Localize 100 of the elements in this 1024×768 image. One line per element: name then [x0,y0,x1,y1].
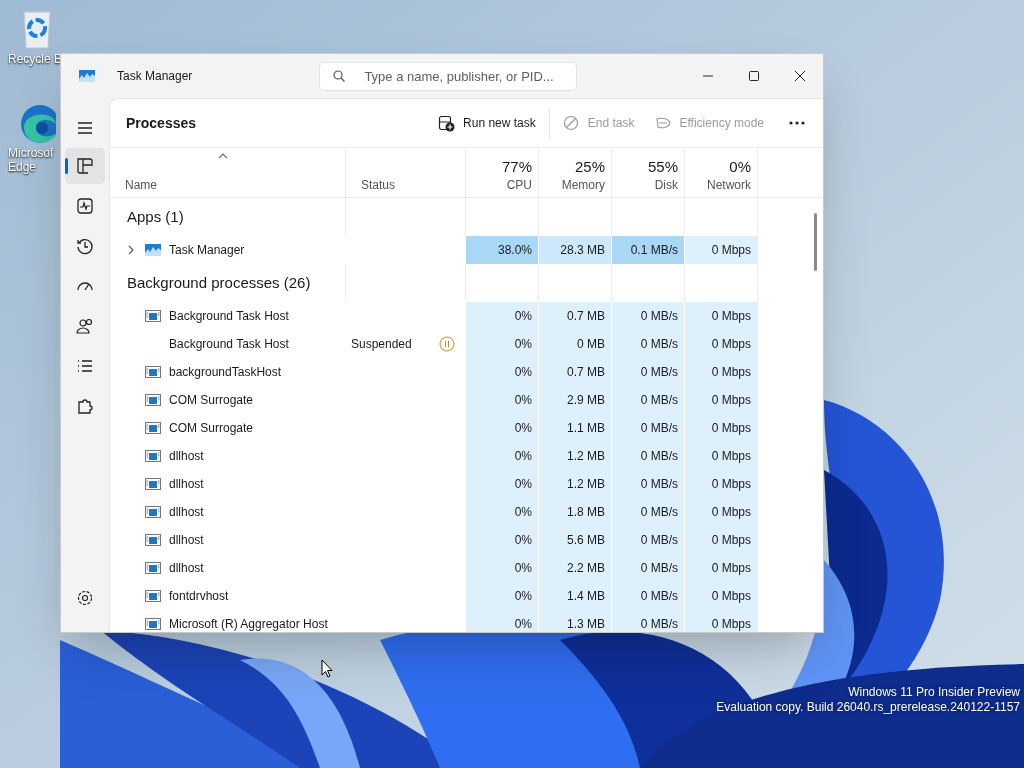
app-icon [79,70,95,82]
table-cell: 0% [465,498,538,526]
column-header[interactable]: CPU [506,177,532,193]
table-cell: 0% [465,330,538,358]
table-cell: 0 MB/s [611,414,684,442]
puzzle-icon [75,396,95,416]
table-cell: 0 MB/s [611,582,684,610]
run-task-icon [438,114,456,132]
table-cell: 1.2 MB [538,442,611,470]
table-cell: 0% [465,610,538,632]
table-cell: 0 Mbps [684,442,757,470]
table-cell: 1.3 MB [538,610,611,632]
process-name: COM Surrogate [169,420,254,437]
table-cell: 0 MB/s [611,358,684,386]
process-name: Microsoft (R) Aggregator Host [169,616,328,632]
column-percent: 77% [501,157,532,177]
sort-up-icon[interactable] [218,153,228,159]
cursor-icon [321,659,333,678]
window-title: Task Manager [117,68,193,85]
table-cell: 0.7 MB [538,358,611,386]
chart-app-icon [145,244,161,256]
table-cell: 0 MB/s [611,526,684,554]
process-name: backgroundTaskHost [169,364,282,381]
users-icon [75,316,95,336]
table-cell: 0 Mbps [684,302,757,330]
table-cell: 0 Mbps [684,358,757,386]
table-cell: 0 Mbps [684,414,757,442]
process-name: COM Surrogate [169,392,254,409]
table-cell: 0 MB/s [611,442,684,470]
table-cell: 28.3 MB [538,236,611,264]
table-cell: 2.9 MB [538,386,611,414]
group-header: Background processes (26) [127,272,311,293]
table-cell: 0 MB [538,330,611,358]
prohibited-icon [562,114,580,132]
table-cell: 0 Mbps [684,526,757,554]
process-name: dllhost [169,476,204,493]
column-header[interactable]: Network [707,177,751,193]
column-header[interactable]: Name [125,177,345,193]
table-cell: 0% [465,470,538,498]
search-field[interactable]: Type a name, publisher, or PID... [319,61,578,91]
process-name: dllhost [169,560,204,577]
table-cell: 0 MB/s [611,302,684,330]
processes-icon [75,156,95,176]
watermark-text: Windows 11 Pro Insider Preview [848,685,1020,700]
table-cell: 0 Mbps [684,582,757,610]
table-cell: 0.1 MB/s [611,236,684,264]
table-cell: 0 Mbps [684,236,757,264]
table-cell: 0 MB/s [611,610,684,632]
window-icon [145,366,161,378]
column-percent: 25% [574,157,605,177]
column-header[interactable]: Disk [654,177,678,193]
table-cell: 0 Mbps [684,330,757,358]
process-name: dllhost [169,504,204,521]
pulse-icon [75,196,95,216]
scrollbar-thumb[interactable] [814,213,817,271]
table-cell: 0 Mbps [684,498,757,526]
table-cell: 38.0% [465,236,538,264]
toolbar-button[interactable]: Run new task [428,107,546,139]
column-header[interactable]: Memory [561,177,605,193]
table-cell: 0 MB/s [611,470,684,498]
table-cell: 0 MB/s [611,386,684,414]
column-percent: 0% [729,157,751,177]
column-header[interactable]: Status [361,177,465,193]
window-icon [145,506,161,518]
group-header: Apps (1) [127,206,184,227]
window-icon [145,562,161,574]
table-cell: 0% [465,302,538,330]
nav-item[interactable] [65,148,105,184]
process-name: dllhost [169,532,204,549]
process-status: Suspended [351,336,412,353]
table-cell: 0% [465,358,538,386]
window-icon [145,394,161,406]
table-cell: 1.8 MB [538,498,611,526]
table-cell: 0 Mbps [684,554,757,582]
window-icon [145,478,161,490]
table-cell: 1.2 MB [538,470,611,498]
table-cell: 0% [465,526,538,554]
watermark-text: Evaluation copy. Build 26040.rs_prerelease.240122-1157 [716,700,1020,715]
process-name: fontdrvhost [169,588,229,605]
chevron-right-icon[interactable] [127,245,135,255]
table-cell: 0% [465,442,538,470]
table-cell: 0% [465,582,538,610]
window-icon [145,590,161,602]
window-icon [145,422,161,434]
process-name: Task Manager [169,242,245,259]
table-cell: 1.4 MB [538,582,611,610]
table-cell: 0% [465,386,538,414]
process-name: Background Task Host [169,308,289,325]
more-icon[interactable] [788,120,806,126]
history-icon [75,236,95,256]
page-title: Processes [126,113,197,133]
window-icon [145,310,161,322]
table-cell: 2.2 MB [538,554,611,582]
window-icon [145,534,161,546]
table-cell: 0 MB/s [611,554,684,582]
settings-icon[interactable] [75,588,95,608]
table-cell: 0% [465,414,538,442]
edge-icon[interactable] [20,104,56,146]
table-cell: 0 Mbps [684,386,757,414]
process-name: Background Task Host [169,336,289,353]
